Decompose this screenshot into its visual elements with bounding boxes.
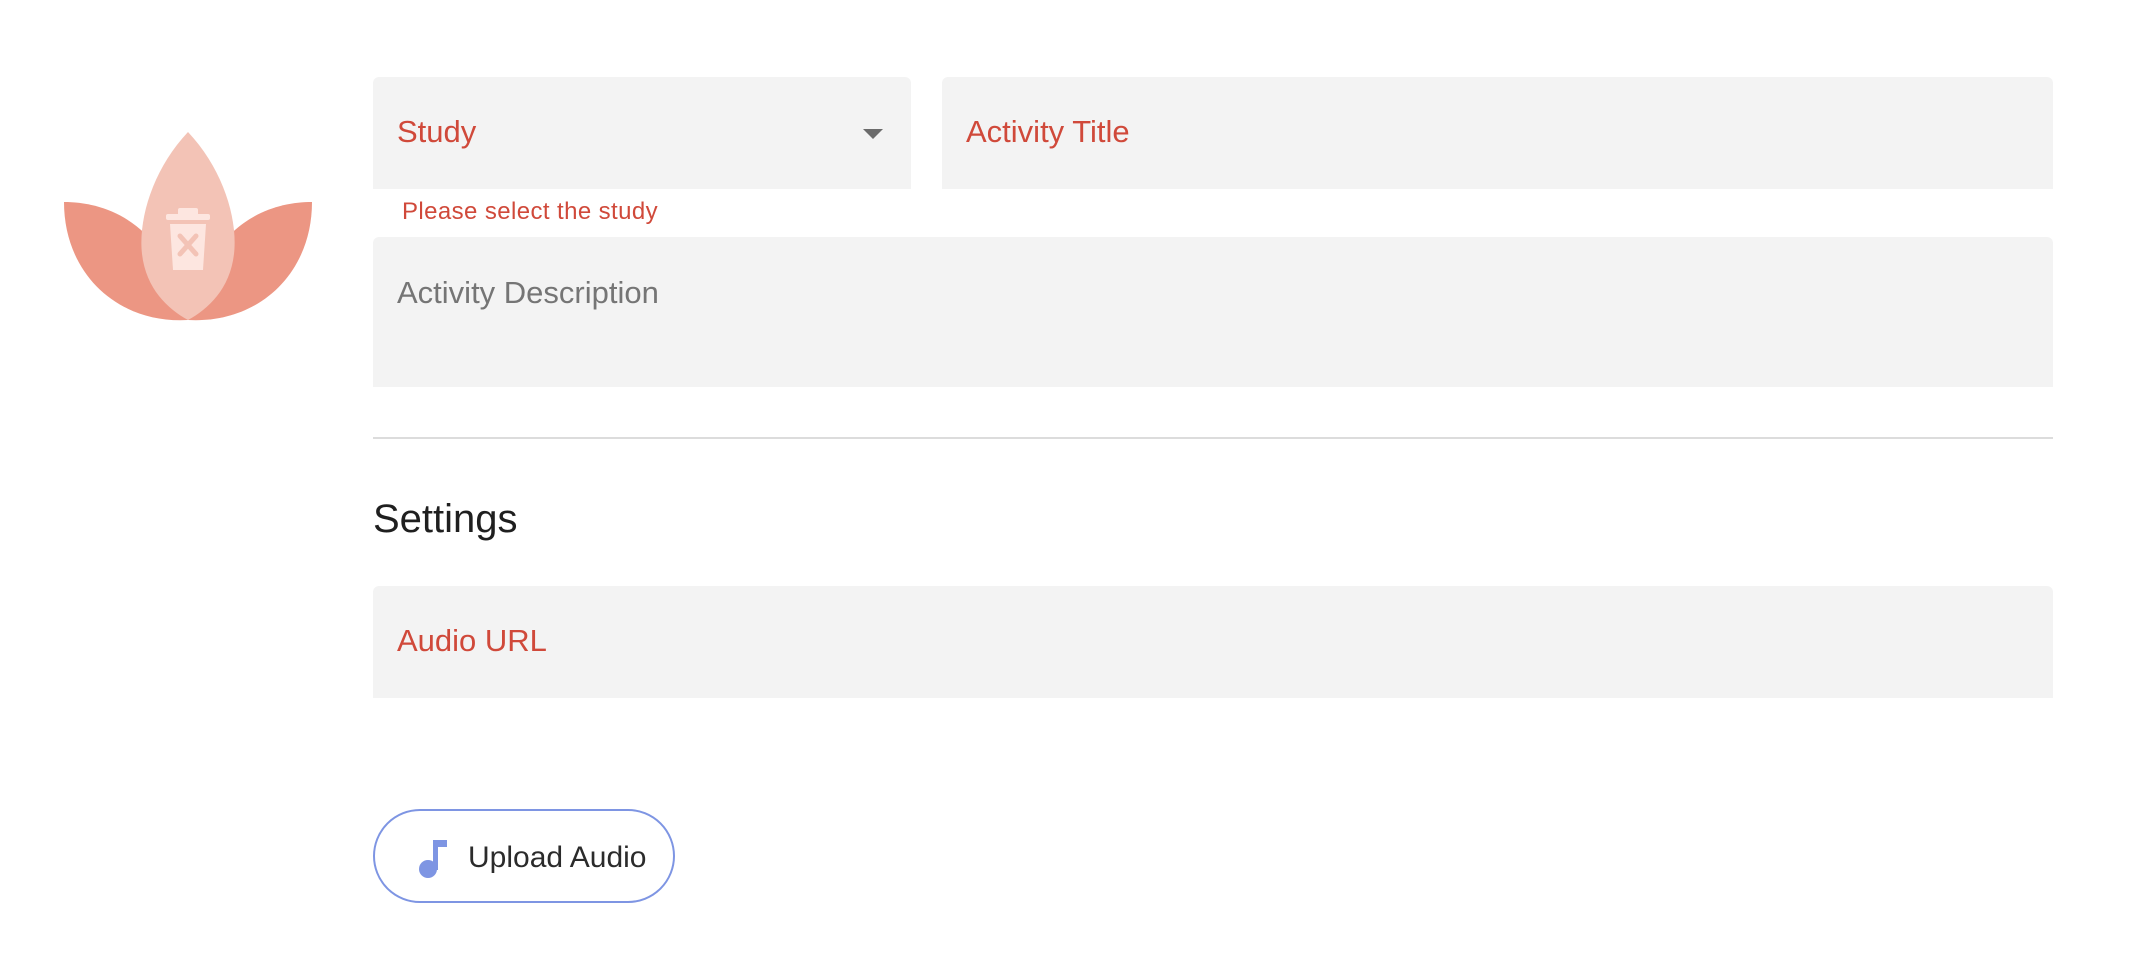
activity-description-input[interactable]: Activity Description [373, 237, 2053, 387]
activity-form-page: Study Activity Title Please select the s… [0, 0, 2148, 962]
section-divider [373, 437, 2053, 439]
activity-title-input[interactable]: Activity Title [942, 77, 2053, 189]
music-note-icon [417, 838, 449, 878]
trash-icon [166, 208, 210, 270]
audio-url-input[interactable]: Audio URL [373, 586, 2053, 698]
activity-description-label: Activity Description [397, 275, 659, 310]
upload-audio-label: Upload Audio [468, 841, 647, 874]
dropdown-arrow-icon [863, 129, 883, 139]
upload-audio-button[interactable]: Upload Audio [373, 809, 675, 903]
lotus-delete-icon[interactable] [58, 124, 318, 324]
study-label: Study [397, 114, 477, 149]
settings-heading: Settings [373, 497, 518, 541]
study-select[interactable]: Study [373, 77, 911, 189]
activity-title-label: Activity Title [966, 114, 1130, 149]
audio-url-label: Audio URL [397, 623, 547, 658]
study-error-text: Please select the study [402, 198, 659, 225]
